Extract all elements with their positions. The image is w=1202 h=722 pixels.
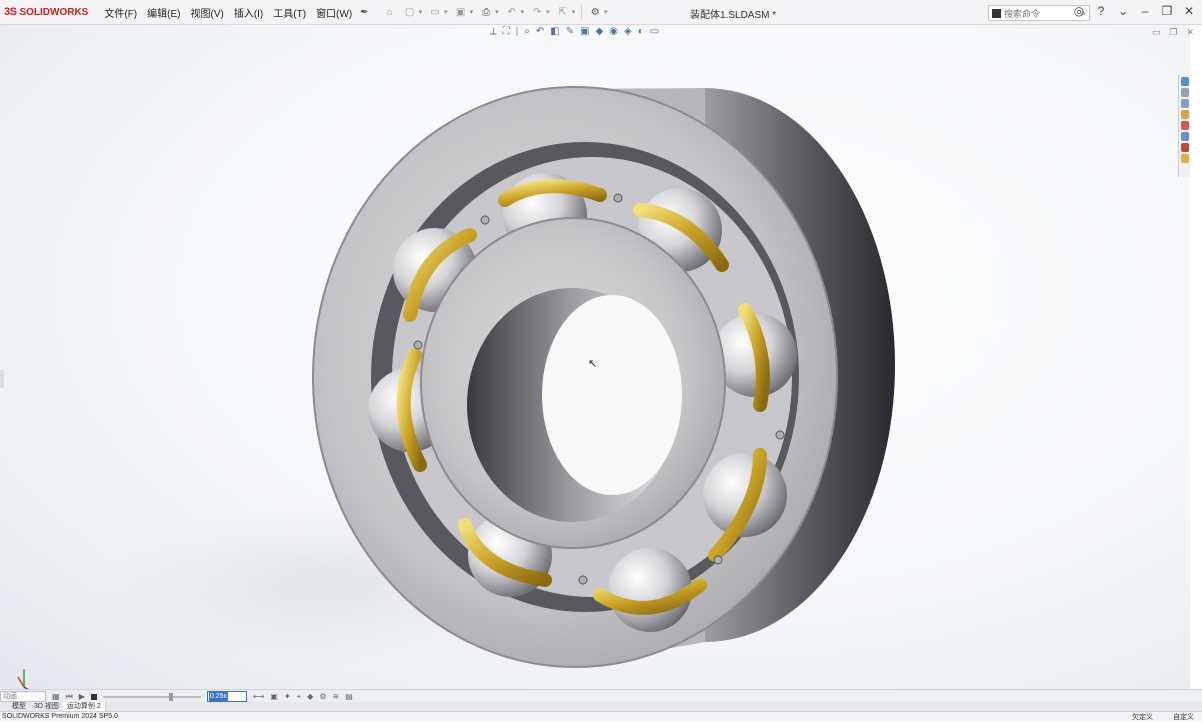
playback-mode-icon[interactable]: ⟷ bbox=[253, 692, 264, 701]
dynamic-annotation-icon[interactable]: ✎ bbox=[566, 26, 574, 37]
chevron-down-icon[interactable]: ▾ bbox=[495, 8, 499, 16]
bore-opening bbox=[542, 295, 682, 495]
hide-show-icon[interactable]: ◉ bbox=[609, 26, 618, 37]
spring-icon[interactable]: ≋ bbox=[333, 692, 340, 701]
feature-manager-toggle[interactable] bbox=[0, 370, 4, 388]
viewport-window-controls: ▭ ❐ ✕ bbox=[1152, 27, 1194, 38]
search-placeholder: 搜索命令 bbox=[1004, 8, 1041, 19]
help-icon[interactable]: ? bbox=[1094, 4, 1108, 18]
title-bar: 3S SOLIDWORKS 文件(F) 编辑(E) 视图(V) 插入(I) 工具… bbox=[0, 0, 1202, 25]
save-icon[interactable]: ▣ bbox=[454, 5, 468, 19]
print-icon[interactable]: ⎙ bbox=[479, 5, 493, 19]
graphics-area[interactable]: ↖ bbox=[0, 25, 1190, 689]
command-icon bbox=[992, 8, 1001, 18]
add-key-icon[interactable]: ◆ bbox=[307, 692, 313, 701]
previous-view-icon[interactable]: ↶ bbox=[536, 26, 544, 37]
forum-icon[interactable] bbox=[1180, 143, 1189, 152]
close-icon[interactable]: ✕ bbox=[1182, 4, 1196, 18]
select-icon[interactable]: ⇱ bbox=[556, 5, 570, 19]
chevron-down-icon[interactable]: ▾ bbox=[419, 8, 423, 16]
menu-file[interactable]: 文件(F) bbox=[104, 5, 137, 20]
appearances-icon[interactable] bbox=[1180, 121, 1189, 130]
document-title: 装配体1.SLDASM * bbox=[690, 10, 777, 21]
chevron-down-icon[interactable]: ▾ bbox=[470, 8, 474, 16]
expand-icon[interactable]: ⌄ bbox=[1116, 4, 1130, 18]
motion-manager-toolbar: 动画 ▦ ⏮ ▶ 0.25x ⟷ ▣ ✦ ⌖ ◆ ⚙ ≋ ▤ bbox=[0, 689, 1202, 703]
partner-icon[interactable] bbox=[1180, 154, 1189, 163]
options-gear-icon[interactable]: ⚙ bbox=[588, 5, 602, 19]
play-icon[interactable]: ▶ bbox=[79, 692, 85, 701]
window-controls: ◎ ? ⌄ – ❐ ✕ bbox=[1072, 4, 1196, 18]
toolbar-divider: | bbox=[515, 26, 519, 37]
playback-speed-select[interactable]: 0.25x bbox=[206, 691, 247, 702]
viewport-close-icon[interactable]: ✕ bbox=[1186, 27, 1194, 38]
chevron-down-icon[interactable]: ▾ bbox=[572, 8, 576, 16]
menu-window[interactable]: 窗口(W) bbox=[316, 5, 352, 20]
section-view-icon[interactable]: ◧ bbox=[550, 26, 559, 37]
results-icon[interactable]: ▤ bbox=[345, 692, 353, 701]
axis-triad-icon bbox=[17, 669, 29, 689]
save-animation-icon[interactable]: ▣ bbox=[270, 692, 278, 701]
view-orientation-icon[interactable]: ⟂ bbox=[490, 26, 497, 37]
study-type-select[interactable]: 动画 bbox=[0, 691, 46, 702]
app-name: SOLIDWORKS bbox=[19, 6, 89, 18]
playback-speed-value: 0.25x bbox=[208, 692, 229, 701]
stop-icon[interactable] bbox=[90, 693, 97, 700]
pin-icon[interactable]: ✒ bbox=[360, 7, 368, 18]
tab-motion-study[interactable]: 运动算例 2 bbox=[62, 702, 106, 711]
view-settings-icon[interactable]: ▭ bbox=[650, 26, 659, 37]
open-icon[interactable]: ▭ bbox=[428, 5, 442, 19]
home-icon[interactable]: ⌂ bbox=[383, 5, 397, 19]
design-library-icon[interactable] bbox=[1180, 88, 1189, 97]
chevron-down-icon[interactable]: ▾ bbox=[546, 8, 550, 16]
new-document-icon[interactable]: ▢ bbox=[403, 5, 417, 19]
tab-model-blank bbox=[0, 702, 8, 711]
motor-icon[interactable]: ⚙ bbox=[319, 692, 326, 701]
heads-up-view-toolbar: ⟂ ⛶ | ⌕ ↶ ◧ ✎ ▣ ◆ ◉ ◈ ◐ ▭ bbox=[490, 26, 659, 37]
product-version: SOLIDWORKS Premium 2024 SP5.0 bbox=[2, 713, 118, 720]
chevron-down-icon[interactable]: ▾ bbox=[444, 8, 448, 16]
autokey-icon[interactable]: ⌖ bbox=[297, 692, 302, 702]
custom-properties-icon[interactable] bbox=[1180, 132, 1189, 141]
mouse-cursor-icon: ↖ bbox=[588, 358, 598, 370]
file-explorer-icon[interactable] bbox=[1180, 99, 1189, 108]
tab-model[interactable]: 模型 bbox=[8, 702, 30, 711]
play-from-start-icon[interactable]: ⏮ bbox=[66, 692, 73, 702]
view-cube-icon[interactable]: ▣ bbox=[580, 26, 589, 37]
animation-wizard-icon[interactable]: ✦ bbox=[284, 692, 291, 701]
units-status[interactable]: 自定义 bbox=[1173, 712, 1194, 722]
tab-3d-view[interactable]: 3D 视图 bbox=[30, 702, 63, 711]
chevron-down-icon[interactable]: ▾ bbox=[521, 8, 525, 16]
redo-icon[interactable]: ↷ bbox=[530, 5, 544, 19]
minimize-icon[interactable]: – bbox=[1138, 4, 1152, 18]
calculate-icon[interactable]: ▦ bbox=[52, 692, 60, 701]
ds-logo-icon: 3S bbox=[4, 6, 17, 18]
task-pane bbox=[1178, 75, 1190, 177]
menu-view[interactable]: 视图(V) bbox=[190, 5, 223, 20]
zoom-fit-icon[interactable]: ⛶ bbox=[503, 26, 510, 37]
viewport-minimize-icon[interactable]: ▭ bbox=[1152, 27, 1161, 38]
viewport-restore-icon[interactable]: ❐ bbox=[1169, 27, 1177, 38]
user-icon[interactable]: ◎ bbox=[1072, 4, 1086, 18]
zoom-area-icon[interactable]: ⌕ bbox=[524, 26, 530, 37]
definition-status: 欠定义 bbox=[1132, 713, 1153, 721]
menu-edit[interactable]: 编辑(E) bbox=[147, 5, 180, 20]
scene-icon[interactable]: ◐ bbox=[638, 26, 644, 37]
model-tabs: 模型 3D 视图 运动算例 2 bbox=[0, 702, 1202, 711]
slider-handle[interactable] bbox=[168, 692, 173, 701]
solidworks-resources-icon[interactable] bbox=[1180, 77, 1189, 86]
standard-toolbar: ⌂ ▢ ▾ ▭ ▾ ▣ ▾ ⎙ ▾ ↶ ▾ ↷ ▾ ⇱ ▾ ⚙ ▾ bbox=[383, 5, 608, 19]
menu-insert[interactable]: 插入(I) bbox=[234, 5, 263, 20]
appearance-icon[interactable]: ◈ bbox=[624, 26, 632, 37]
toolbar-divider bbox=[581, 5, 583, 19]
undo-icon[interactable]: ↶ bbox=[505, 5, 519, 19]
chevron-down-icon[interactable]: ▾ bbox=[604, 8, 608, 16]
restore-icon[interactable]: ❐ bbox=[1160, 4, 1174, 18]
solidworks-logo[interactable]: 3S SOLIDWORKS bbox=[0, 6, 96, 18]
display-style-icon[interactable]: ◆ bbox=[596, 26, 604, 37]
view-palette-icon[interactable] bbox=[1180, 110, 1189, 119]
timeline-slider[interactable] bbox=[102, 692, 201, 701]
menu-bar: 文件(F) 编辑(E) 视图(V) 插入(I) 工具(T) 窗口(W) bbox=[96, 5, 352, 20]
menu-tools[interactable]: 工具(T) bbox=[273, 5, 306, 20]
